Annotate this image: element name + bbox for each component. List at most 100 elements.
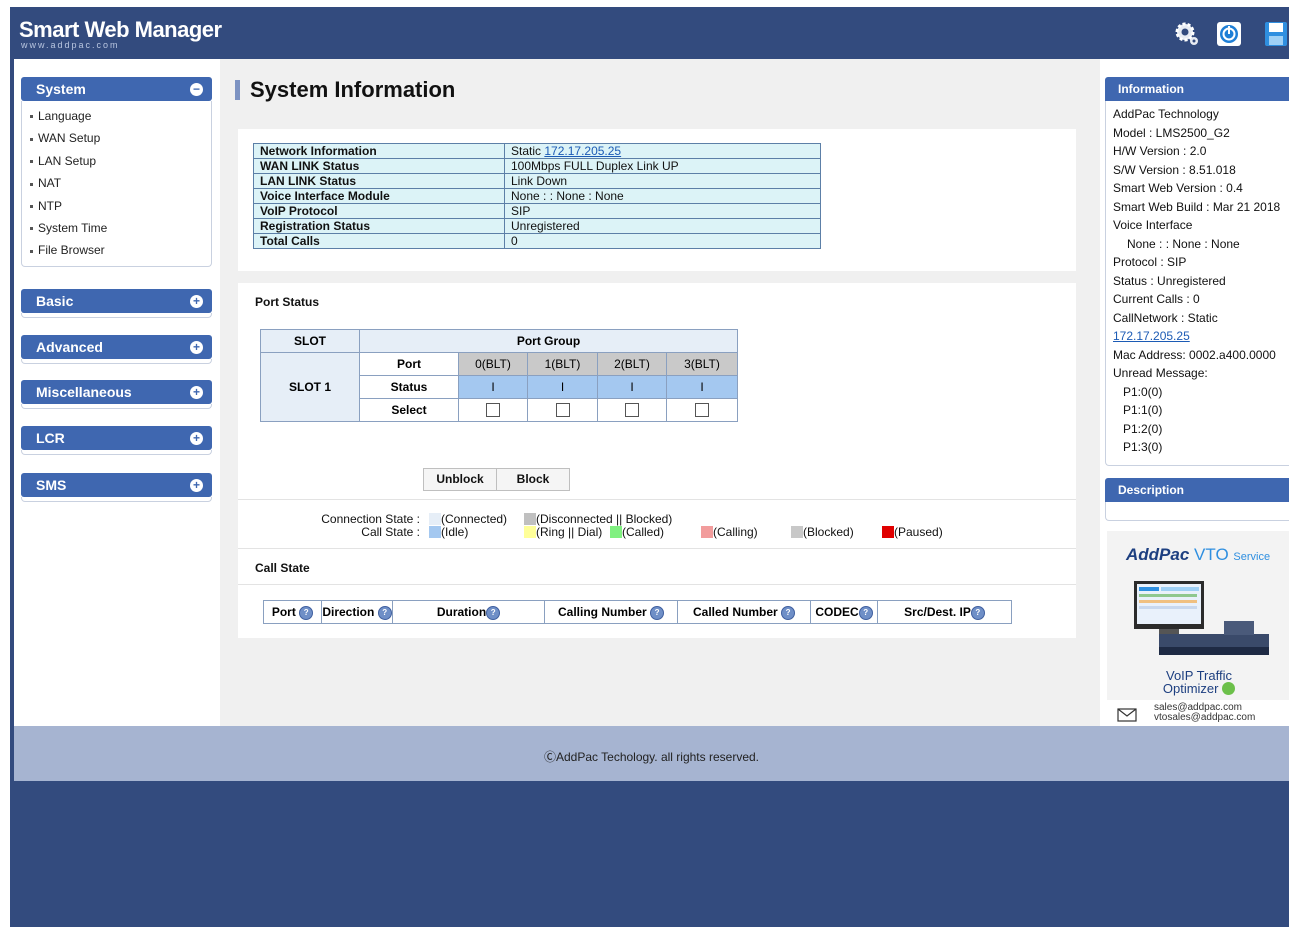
nav-item-ntp[interactable]: NTP [22,195,211,217]
info-key: Registration Status [253,218,505,234]
info-value-text: Unregistered [511,219,580,233]
info-ip-link[interactable]: 172.17.205.25 [1113,329,1190,343]
nav-header-label: Advanced [36,339,103,355]
help-icon[interactable]: ? [377,605,392,620]
info-key: Total Calls [253,233,505,249]
information-title: Information [1105,77,1289,101]
info-value: Link Down [504,173,821,189]
bullet-icon [30,137,33,141]
bullet-icon [30,182,33,186]
info-line: Status : Unregistered [1113,273,1226,288]
help-icon[interactable]: ? [970,605,985,620]
call-state-title: Call State [255,561,310,575]
nav-header-label: LCR [36,430,65,446]
power-icon[interactable] [1216,21,1242,47]
nav-item-system-time[interactable]: System Time [22,217,211,239]
nav-item-label: LAN Setup [38,153,97,168]
legend-swatch [791,526,803,538]
help-icon[interactable]: ? [486,605,501,620]
information-panel: Information AddPac Technology Model : LMS… [1105,77,1289,521]
table-row: WAN LINK Status 100Mbps FULL Duplex Link … [253,158,821,174]
vto-advertisement[interactable]: AddPac VTO Service VoIP Traffic Optimize… [1107,531,1289,726]
nav-header-miscellaneous[interactable]: Miscellaneous + [21,380,212,404]
port-label: 0(BLT) [458,352,528,376]
row-label-select: Select [359,398,459,422]
expand-icon[interactable]: + [190,386,203,399]
nav-section-miscellaneous: Miscellaneous + [21,380,212,409]
info-line: Mac Address: 0002.a400.0000 [1113,347,1276,362]
legend-connected: (Connected) [441,512,508,526]
block-button[interactable]: Block [496,468,570,491]
nav-item-file-browser[interactable]: File Browser [22,239,211,261]
collapse-icon[interactable]: − [190,83,203,96]
call-state-label: Call State : [361,525,420,539]
port-select-checkbox[interactable] [625,403,639,418]
nav-item-label: System Time [38,220,108,235]
info-line: S/W Version : 8.51.018 [1113,162,1236,177]
info-value: 100Mbps FULL Duplex Link UP [504,158,821,174]
table-row: Total Calls 0 [253,233,821,249]
nav-item-nat[interactable]: NAT [22,172,211,194]
info-value-text: Link Down [511,174,568,188]
information-body: AddPac Technology Model : LMS2500_G2 H/W V… [1105,101,1289,466]
column-header: CODEC [815,604,859,619]
slot-label: SLOT 1 [260,352,360,422]
bullet-icon [30,160,33,164]
info-line: Smart Web Version : 0.4 [1113,181,1243,195]
info-value: 0 [504,233,821,249]
port-status-cell[interactable]: I [666,375,738,399]
nav-section-sms: SMS + [21,473,212,502]
port-select-checkbox[interactable] [695,403,709,418]
nav-item-language[interactable]: Language [22,105,211,127]
expand-icon[interactable]: + [190,295,203,308]
ad-email-vtosales[interactable]: vtosales@addpac.com [1154,713,1255,723]
info-value-text: None : : None : None [511,189,624,203]
ad-product: VTO [1194,545,1229,564]
info-value: Unregistered [504,218,821,234]
nav-header-basic[interactable]: Basic + [21,289,212,313]
network-ip-link[interactable]: 172.17.205.25 [544,144,621,158]
port-status-cell[interactable]: I [597,375,667,399]
bullet-icon [30,227,33,231]
nav-header-label: System [36,81,86,97]
info-value: SIP [504,203,821,219]
gear-icon[interactable] [1174,21,1200,47]
help-icon[interactable]: ? [781,605,796,620]
help-icon[interactable]: ? [650,605,665,620]
mail-icon [1117,708,1137,722]
expand-icon[interactable]: + [190,432,203,445]
nav-header-lcr[interactable]: LCR + [21,426,212,450]
info-value: None : : None : None [504,188,821,204]
nav-header-sms[interactable]: SMS + [21,473,212,497]
title-accent-bar [235,80,240,100]
unblock-button[interactable]: Unblock [423,468,497,491]
main-panel: System Information Network Information St… [220,59,1100,726]
port-status-table: SLOT Port Group SLOT 1 Port 0(BLT) 1(BLT… [260,329,738,422]
port-status-title: Port Status [255,295,320,309]
info-key: WAN LINK Status [253,158,505,174]
expand-icon[interactable]: + [190,341,203,354]
app-frame: Smart Web Manager www.addpac.com System [10,7,1289,927]
row-label-status: Status [359,375,459,399]
help-icon[interactable]: ? [858,605,873,620]
legend-swatch [429,526,441,538]
legend-swatch [701,526,713,538]
legend-blocked: (Blocked) [803,525,854,539]
help-icon[interactable]: ? [299,605,314,620]
nav-header-system[interactable]: System − [21,77,212,101]
column-header: Src/Dest. IP [904,604,971,619]
port-status-cell[interactable]: I [458,375,528,399]
ad-service: Service [1233,551,1271,563]
port-status-cell[interactable]: I [527,375,598,399]
port-select-checkbox[interactable] [486,403,500,418]
legend-ring: (Ring || Dial) [536,525,603,539]
connection-state-label: Connection State : [321,512,420,526]
bullet-icon [30,204,33,208]
expand-icon[interactable]: + [190,479,203,492]
port-select-checkbox[interactable] [555,403,570,418]
nav-item-lan-setup[interactable]: LAN Setup [22,150,211,172]
info-value-text: 100Mbps FULL Duplex Link UP [511,159,679,173]
save-icon[interactable] [1263,21,1289,47]
nav-header-advanced[interactable]: Advanced + [21,335,212,359]
nav-item-wan-setup[interactable]: WAN Setup [22,127,211,149]
